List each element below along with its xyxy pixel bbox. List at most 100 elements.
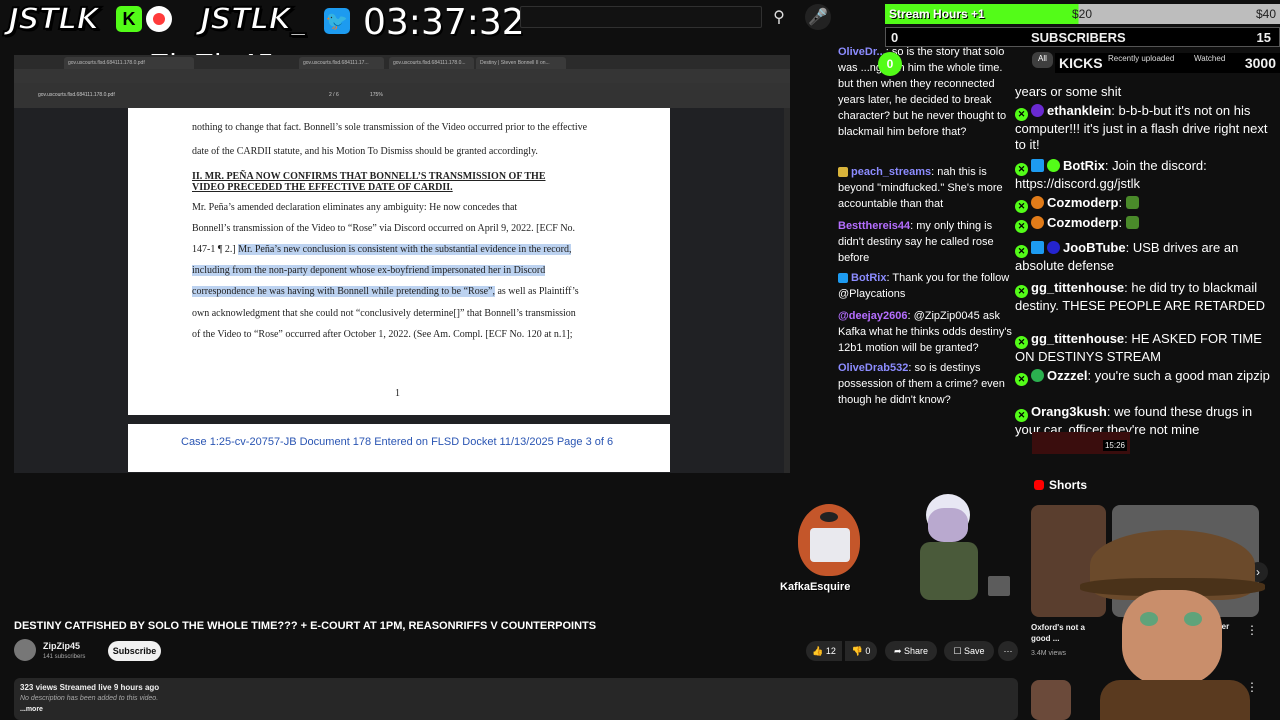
chat-username[interactable]: OliveDr... xyxy=(838,46,886,58)
kicks-label: KICKS xyxy=(1059,55,1103,71)
kick-badge-icon: ✕ xyxy=(1015,108,1028,121)
more-actions-button[interactable]: ··· xyxy=(998,641,1018,661)
goal-end: $40 xyxy=(1255,7,1276,21)
save-button[interactable]: ☐ Save xyxy=(944,641,994,661)
chat-username[interactable]: ethanklein xyxy=(1047,103,1111,118)
pepe-emote-icon xyxy=(1125,216,1139,229)
share-button[interactable]: ➦ Share xyxy=(885,641,937,661)
description-box[interactable]: 323 views Streamed live 9 hours ago No d… xyxy=(14,678,1018,720)
chat-username[interactable]: Cozmoderp xyxy=(1047,215,1119,230)
channel-avatar[interactable] xyxy=(14,639,36,661)
subs-current: 0 xyxy=(891,30,899,45)
recommendation-thumbnail[interactable]: 15:26 xyxy=(1032,432,1130,454)
filter-chip-all[interactable]: All xyxy=(1032,52,1053,68)
search-icon[interactable]: ⚲ xyxy=(766,4,792,30)
chat-panel-left: OliveDr...: so is the story that solo wa… xyxy=(836,44,1016,414)
browser-tab[interactable]: gov.uscourts.flsd.684111.178.0.pdf xyxy=(64,57,194,69)
kick-badge-icon: K xyxy=(116,6,142,32)
page-counter: 2 / 6 xyxy=(329,92,339,98)
like-count: 12 xyxy=(825,646,836,656)
record-icon xyxy=(146,6,172,32)
dislike-button[interactable]: 👎 0 xyxy=(845,641,877,661)
kick-badge-icon: ✕ xyxy=(1015,245,1028,258)
chat-text: : xyxy=(1118,195,1123,210)
pdf-next-page: Case 1:25-cv-20757-JB Document 178 Enter… xyxy=(128,424,670,472)
kick-badge-icon: ✕ xyxy=(1015,285,1028,298)
doc-heading: II. MR. PEÑA NOW CONFIRMS THAT BONNELL’S… xyxy=(192,171,546,182)
doc-text: as well as Plaintiff’s xyxy=(494,286,579,297)
chat-message: peach_streams: nah this is beyond "mindf… xyxy=(838,164,1016,212)
brand-logo-right: JSTLK_ xyxy=(199,1,307,38)
chat-username[interactable]: peach_streams xyxy=(851,166,931,178)
chat-message: OliveDrab532: so is destinys possession … xyxy=(838,360,1016,408)
doc-heading: VIDEO PRECEDED THE EFFECTIVE DATE OF CAR… xyxy=(192,182,453,193)
chat-message: ✕ Ozzzel: you're such a good man zipzip xyxy=(1015,368,1279,386)
subscribe-button[interactable]: Subscribe xyxy=(108,641,161,661)
avatar-icon xyxy=(1047,241,1060,254)
doc-line: Mr. Peña’s amended declaration eliminate… xyxy=(192,202,518,213)
save-label: Save xyxy=(964,646,985,656)
doc-highlight: correspondence he was having with Bonnel… xyxy=(192,286,495,297)
pepe-emote-icon xyxy=(1125,196,1139,209)
doc-highlight: Mr. Peña’s new conclusion is consistent … xyxy=(238,244,572,255)
chat-username[interactable]: gg_tittenhouse xyxy=(1031,331,1124,346)
chat-username[interactable]: gg_tittenhouse xyxy=(1031,280,1124,295)
chat-message: ✕ ethanklein: b-b-b-but it's not on his c… xyxy=(1015,103,1279,153)
chat-text: years or some shit xyxy=(1015,84,1122,99)
doc-line: nothing to change that fact. Bonnell’s s… xyxy=(192,122,588,133)
case-footer: Case 1:25-cv-20757-JB Document 178 Enter… xyxy=(181,436,614,448)
chat-username[interactable]: Bestthereis44 xyxy=(838,220,910,232)
avatar-icon xyxy=(1031,369,1044,382)
chat-username[interactable]: JooBTube xyxy=(1063,240,1126,255)
kick-badge-icon: ✕ xyxy=(1015,163,1028,176)
kick-badge-icon: ✕ xyxy=(1015,409,1028,422)
goal-mid: $20 xyxy=(1072,7,1093,21)
chat-message: ✕ gg_tittenhouse: he did try to blackmail… xyxy=(1015,280,1279,314)
channel-name[interactable]: ZipZip45 xyxy=(43,641,80,651)
thumb-duration: 15:26 xyxy=(1102,440,1127,451)
pdf-scrollbar[interactable] xyxy=(784,108,790,473)
chat-username[interactable]: @deejay2606 xyxy=(838,310,907,322)
thumbs-down-icon: 👎 xyxy=(851,645,863,656)
like-button[interactable]: 👍 12 xyxy=(806,641,842,661)
chat-message: ✕ Cozmoderp: xyxy=(1015,215,1279,233)
chat-username[interactable]: BotRix xyxy=(1063,158,1105,173)
chat-message: ✕ BotRix: Join the discord: https://disco… xyxy=(1015,158,1279,192)
share-icon: ➦ xyxy=(893,645,902,656)
video-title: DESTINY CATFISHED BY SOLO THE WHOLE TIME… xyxy=(14,620,597,632)
kicks-goal-value: 3000 xyxy=(1244,55,1276,71)
subs-label: SUBSCRIBERS xyxy=(1031,30,1126,45)
chat-username[interactable]: OliveDrab532 xyxy=(838,362,908,374)
search-input[interactable] xyxy=(520,6,762,28)
filter-chip-recent[interactable]: Recently uploaded xyxy=(1108,54,1174,63)
doc-highlight: including from the non-party deponent wh… xyxy=(192,265,546,276)
doc-line: Bonnell’s transmission of the Video to “… xyxy=(192,223,576,234)
chat-username[interactable]: BotRix xyxy=(851,272,886,284)
chat-text: : so is the story that solo was ...ng wi… xyxy=(838,46,1007,138)
doc-line: of the Video to “Rose” occurred after Oc… xyxy=(192,329,573,340)
zoom-level: 175% xyxy=(370,92,383,98)
browser-tab[interactable]: Destiny | Steven Bonnell II on... xyxy=(476,57,566,69)
address-bar[interactable] xyxy=(14,69,790,83)
chat-username[interactable]: Orang3kush xyxy=(1031,404,1107,419)
chat-text: : you're such a good man zipzip xyxy=(1087,368,1270,383)
streamer-label: KafkaEsquire xyxy=(780,581,851,593)
show-more-link[interactable]: ...more xyxy=(20,706,43,713)
bot-badge-icon xyxy=(1031,241,1044,254)
browser-tab[interactable]: gov.uscourts.flsd.684111.17... xyxy=(299,57,384,69)
page-number: 1 xyxy=(395,388,400,399)
filter-chip-watched[interactable]: Watched xyxy=(1194,54,1225,63)
recommendation-thumbnail[interactable] xyxy=(1031,680,1071,720)
goal-label: Stream Hours +1 xyxy=(889,7,985,21)
browser-tab[interactable]: gov.uscourts.flsd.684111.178.0... xyxy=(389,57,474,69)
bot-badge-icon xyxy=(838,273,848,283)
chat-username[interactable]: Cozmoderp xyxy=(1047,195,1119,210)
chat-message: @deejay2606: @ZipZip0045 ask Kafka what … xyxy=(838,308,1016,356)
twitter-badge-icon: 🐦 xyxy=(324,8,350,34)
streamer-thumbnail xyxy=(988,576,1010,596)
thumbs-up-icon: 👍 xyxy=(812,645,824,656)
chat-username[interactable]: Ozzzel xyxy=(1047,368,1087,383)
share-label: Share xyxy=(904,646,929,656)
video-player[interactable]: gov.uscourts.flsd.684111.178.0.pdf gov.u… xyxy=(14,55,790,473)
microphone-icon[interactable]: 🎤 xyxy=(805,4,831,30)
